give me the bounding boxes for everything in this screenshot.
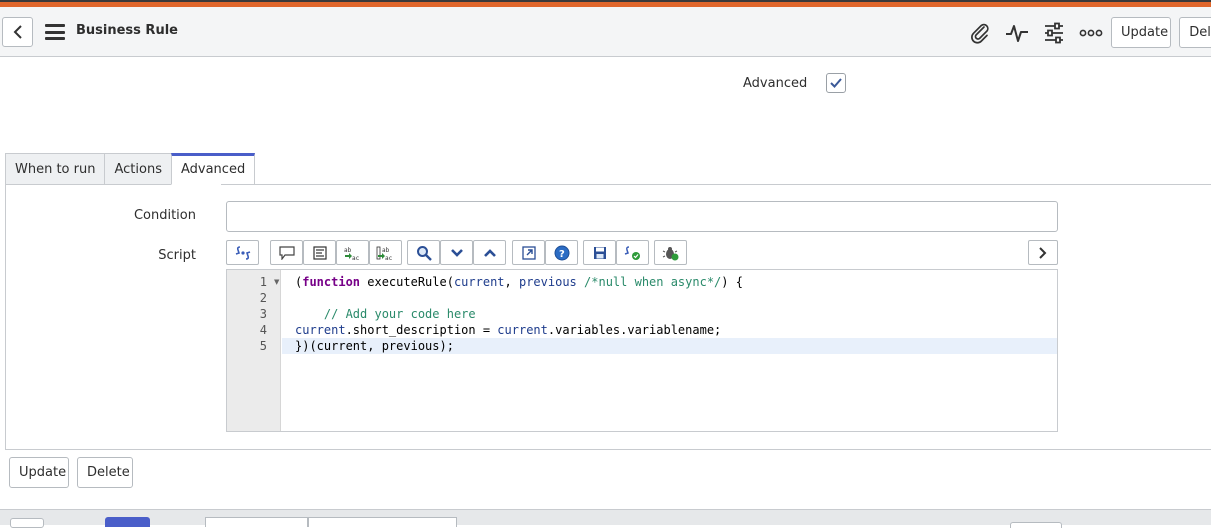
script-debugger-button[interactable] [616,240,649,265]
related-list-new-button[interactable] [105,517,150,527]
debug-check-icon [624,245,640,260]
svg-text:ab: ab [382,247,390,254]
save-icon [593,246,606,259]
more-icon[interactable] [1079,21,1103,45]
chevron-left-icon [13,25,22,39]
activity-icon[interactable] [1005,21,1029,45]
breakpoint-button[interactable] [654,240,687,265]
svg-text:?: ? [559,249,565,260]
script-label: Script [158,248,196,263]
syntax-toggle-icon [235,245,250,260]
line-number: 4 [259,323,267,337]
condition-input[interactable] [226,201,1058,232]
find-next-button[interactable] [440,240,473,265]
related-lists-bar [0,509,1211,528]
code-line: current.short_description = current.vari… [295,323,722,337]
save-button[interactable] [583,240,616,265]
related-list-tab[interactable] [308,517,457,527]
help-icon: ? [554,245,569,260]
related-list-control[interactable] [10,518,44,528]
chevron-right-icon [1039,246,1047,259]
chevron-down-icon [450,248,463,257]
replace-all-button[interactable]: ab ac [369,240,402,265]
comment-icon [278,245,295,260]
toggle-syntax-button[interactable] [226,240,259,265]
find-previous-button[interactable] [473,240,506,265]
page-title: Business Rule [76,23,178,38]
format-icon [312,245,327,260]
update-button[interactable]: Update [9,457,69,488]
expand-toolbar-button[interactable] [1028,240,1058,265]
svg-text:ac: ac [352,255,360,261]
replace-all-icon: abac [376,246,393,261]
svg-text:ab: ab [344,247,352,254]
tab-when-to-run[interactable]: When to run [5,153,105,185]
tab-advanced[interactable]: Advanced [170,153,256,185]
comment-button[interactable] [270,240,303,265]
code-line: })(current, previous); [295,339,454,353]
replace-button[interactable]: ab ac [336,240,369,265]
line-number: 1 [259,275,267,289]
delete-button[interactable]: Delete [77,457,133,488]
related-list-tab[interactable] [205,517,308,527]
related-list-action[interactable] [1010,522,1062,528]
help-button[interactable]: ? [545,240,578,265]
line-number: 2 [259,291,267,305]
fullscreen-button[interactable] [512,240,545,265]
replace-icon: abac [344,247,360,261]
code-line: (function executeRule(current, previous … [295,275,743,289]
checkmark-icon [830,78,842,88]
chevron-up-icon [483,248,496,257]
line-number-gutter: 1 2 3 4 5 ▼ [227,270,281,431]
advanced-checkbox[interactable] [826,73,846,93]
back-button[interactable] [2,17,33,47]
top-accent-bar [0,0,1211,7]
paperclip-icon[interactable] [968,21,992,45]
form-header: Business Rule Update Dele [0,7,1211,57]
script-editor[interactable]: 1 2 3 4 5 ▼ (function executeRule(curren… [226,269,1058,432]
section-tabs: When to run Actions Advanced [5,153,256,185]
menu-icon[interactable] [45,24,65,40]
condition-label: Condition [133,208,196,223]
format-code-button[interactable] [303,240,336,265]
fold-triangle-icon[interactable]: ▼ [274,278,279,286]
header-delete-button[interactable]: Dele [1179,17,1211,48]
line-number: 5 [259,339,267,353]
line-number: 3 [259,307,267,321]
expand-icon [521,245,536,260]
search-button[interactable] [407,240,440,265]
sliders-icon[interactable] [1042,21,1066,45]
search-icon [416,245,432,261]
header-update-button[interactable]: Update [1111,17,1171,48]
code-line: // Add your code here [323,307,476,321]
bug-icon [662,246,678,260]
tab-actions[interactable]: Actions [104,153,171,185]
advanced-checkbox-label: Advanced [743,76,808,91]
svg-text:ac: ac [385,255,393,261]
